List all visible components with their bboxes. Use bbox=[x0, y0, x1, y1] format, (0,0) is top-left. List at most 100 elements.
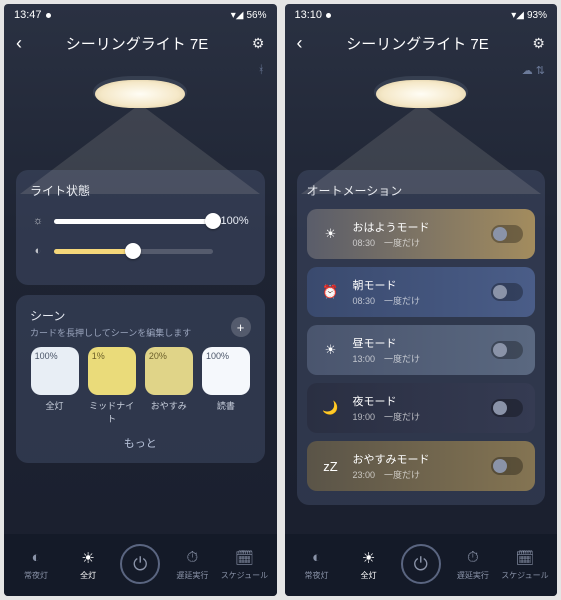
scenes-card: シーン カードを長押ししてシーンを編集します + 100% 全灯 1% ミッドナイト 2… bbox=[16, 295, 265, 463]
nav-item[interactable]: ◐ 常夜灯 bbox=[10, 548, 62, 581]
back-icon[interactable]: ‹ bbox=[16, 33, 22, 54]
scene-label: 読書 bbox=[201, 399, 250, 412]
nav-icon: ☀ bbox=[359, 548, 379, 568]
nav-item[interactable]: ⏱ 遅延実行 bbox=[166, 548, 218, 581]
scene-chip: 1% bbox=[88, 347, 136, 395]
lamp-image bbox=[95, 80, 185, 108]
nav-item[interactable]: 🗓 スケジュール bbox=[218, 548, 270, 581]
scene-label: 全灯 bbox=[30, 399, 79, 412]
scenes-subtitle: カードを長押ししてシーンを編集します bbox=[30, 326, 191, 339]
status-bar: 13:10 ▾◢ 93% bbox=[285, 4, 558, 26]
automation-name: 夜モード bbox=[353, 393, 492, 409]
automation-card: オートメーション ☀おはようモード08:30 一度だけ⏰朝モード08:30 一度… bbox=[297, 170, 546, 505]
automation-item[interactable]: ☀ 昼モード13:00 一度だけ bbox=[307, 325, 536, 375]
automation-item[interactable]: zZ おやすみモード23:00 一度だけ bbox=[307, 441, 536, 491]
page-title: シーリングライト 7E bbox=[346, 33, 489, 54]
cloud-icon: ☁ ⇅ bbox=[522, 64, 545, 77]
header: ‹ シーリングライト 7E ⚙ bbox=[4, 26, 277, 60]
more-scenes-button[interactable]: もっと bbox=[30, 435, 251, 451]
nav-item[interactable]: ☀ 全灯 bbox=[343, 548, 395, 581]
status-dot-icon bbox=[326, 13, 331, 18]
phone-left: 13:47 ▾◢ 56% ‹ シーリングライト 7E ⚙ ᚼ ライト状態 ☼ 1… bbox=[4, 4, 277, 596]
wifi-icon: ▾◢ bbox=[511, 10, 524, 21]
nav-label: 遅延実行 bbox=[457, 570, 489, 581]
scene-label: ミッドナイト bbox=[87, 399, 136, 425]
gear-icon[interactable]: ⚙ bbox=[252, 35, 265, 52]
light-cone bbox=[301, 104, 541, 194]
scene-chip: 20% bbox=[145, 347, 193, 395]
nav-item[interactable]: ⏱遅延実行 bbox=[447, 548, 499, 581]
status-bar: 13:47 ▾◢ 56% bbox=[4, 4, 277, 26]
scene-item[interactable]: 100% 読書 bbox=[201, 347, 250, 425]
scene-item[interactable]: 20% おやすみ bbox=[144, 347, 193, 425]
automation-name: 昼モード bbox=[353, 335, 492, 351]
automation-icon: 🌙 bbox=[319, 396, 343, 420]
scene-item[interactable]: 1% ミッドナイト bbox=[87, 347, 136, 425]
automation-toggle[interactable] bbox=[491, 225, 523, 243]
automation-icon: ☀ bbox=[319, 338, 343, 362]
header: ‹ シーリングライト 7E ⚙ bbox=[285, 26, 558, 60]
automation-toggle[interactable] bbox=[491, 341, 523, 359]
nav-label: 全灯 bbox=[80, 570, 96, 581]
automation-item[interactable]: ⏰ 朝モード08:30 一度だけ bbox=[307, 267, 536, 317]
temp-icon: ◐ bbox=[30, 243, 46, 259]
gear-icon[interactable]: ⚙ bbox=[532, 35, 545, 52]
nav-icon: ☀ bbox=[78, 548, 98, 568]
automation-sub: 08:30 一度だけ bbox=[353, 294, 492, 307]
page-title: シーリングライト 7E bbox=[66, 33, 209, 54]
phone-right: 13:10 ▾◢ 93% ‹ シーリングライト 7E ⚙ ☁ ⇅ オートメーショ… bbox=[285, 4, 558, 596]
add-scene-button[interactable]: + bbox=[231, 317, 251, 337]
nav-icon: ◐ bbox=[26, 548, 46, 568]
bluetooth-icon: ᚼ bbox=[258, 64, 265, 76]
nav-label: 常夜灯 bbox=[305, 570, 329, 581]
nav-item[interactable]: ☀ 全灯 bbox=[62, 548, 114, 581]
automation-item[interactable]: 🌙 夜モード19:00 一度だけ bbox=[307, 383, 536, 433]
scene-chip: 100% bbox=[202, 347, 250, 395]
nav-label: 全灯 bbox=[361, 570, 377, 581]
automation-icon: ⏰ bbox=[319, 280, 343, 304]
nav-label: スケジュール bbox=[501, 570, 548, 581]
wifi-icon: ▾◢ bbox=[231, 10, 244, 21]
automation-toggle[interactable] bbox=[491, 399, 523, 417]
bottom-nav: ◐ 常夜灯 ☀ 全灯 ⏻⏱遅延実行 🗓 スケジュール bbox=[285, 534, 558, 596]
scene-chip: 100% bbox=[31, 347, 79, 395]
scene-item[interactable]: 100% 全灯 bbox=[30, 347, 79, 425]
nav-icon: ◐ bbox=[307, 548, 327, 568]
automation-name: おやすみモード bbox=[353, 451, 492, 467]
automation-sub: 19:00 一度だけ bbox=[353, 410, 492, 423]
nav-icon: 🗓 bbox=[515, 548, 535, 568]
automation-name: おはようモード bbox=[353, 219, 492, 235]
hero: ☁ ⇅ bbox=[285, 60, 558, 170]
automation-item[interactable]: ☀ おはようモード08:30 一度だけ bbox=[307, 209, 536, 259]
nav-item[interactable]: 🗓 スケジュール bbox=[499, 548, 551, 581]
status-time: 13:10 bbox=[295, 9, 323, 21]
nav-label: 遅延実行 bbox=[176, 570, 208, 581]
brightness-slider[interactable]: ☼ 100% bbox=[30, 213, 251, 229]
automation-icon: zZ bbox=[319, 454, 343, 478]
automation-name: 朝モード bbox=[353, 277, 492, 293]
bottom-nav: ◐ 常夜灯 ☀ 全灯 ⏻ ⏱ 遅延実行 🗓 スケジュール bbox=[4, 534, 277, 596]
nav-item[interactable]: ◐ 常夜灯 bbox=[291, 548, 343, 581]
automation-sub: 13:00 一度だけ bbox=[353, 352, 492, 365]
warmth-slider[interactable]: ◐ bbox=[30, 243, 251, 259]
sun-icon: ☼ bbox=[30, 213, 46, 229]
automation-icon: ☀ bbox=[319, 222, 343, 246]
nav-icon: ⏱ bbox=[182, 548, 202, 568]
battery-label: 56% bbox=[246, 10, 266, 21]
automation-sub: 08:30 一度だけ bbox=[353, 236, 492, 249]
power-button[interactable]: ⏻ bbox=[401, 544, 441, 584]
scene-label: おやすみ bbox=[144, 399, 193, 412]
nav-label: 常夜灯 bbox=[24, 570, 48, 581]
status-dot-icon bbox=[46, 13, 51, 18]
lamp-image bbox=[376, 80, 466, 108]
scene-list: 100% 全灯 1% ミッドナイト 20% おやすみ 100% 読書 bbox=[30, 347, 251, 425]
automation-sub: 23:00 一度だけ bbox=[353, 468, 492, 481]
back-icon[interactable]: ‹ bbox=[297, 33, 303, 54]
automation-toggle[interactable] bbox=[491, 283, 523, 301]
scenes-title: シーン bbox=[30, 307, 191, 324]
nav-label: スケジュール bbox=[221, 570, 268, 581]
automation-toggle[interactable] bbox=[491, 457, 523, 475]
status-time: 13:47 bbox=[14, 9, 42, 21]
nav-icon: 🗓 bbox=[234, 548, 254, 568]
power-button[interactable]: ⏻ bbox=[120, 544, 160, 584]
